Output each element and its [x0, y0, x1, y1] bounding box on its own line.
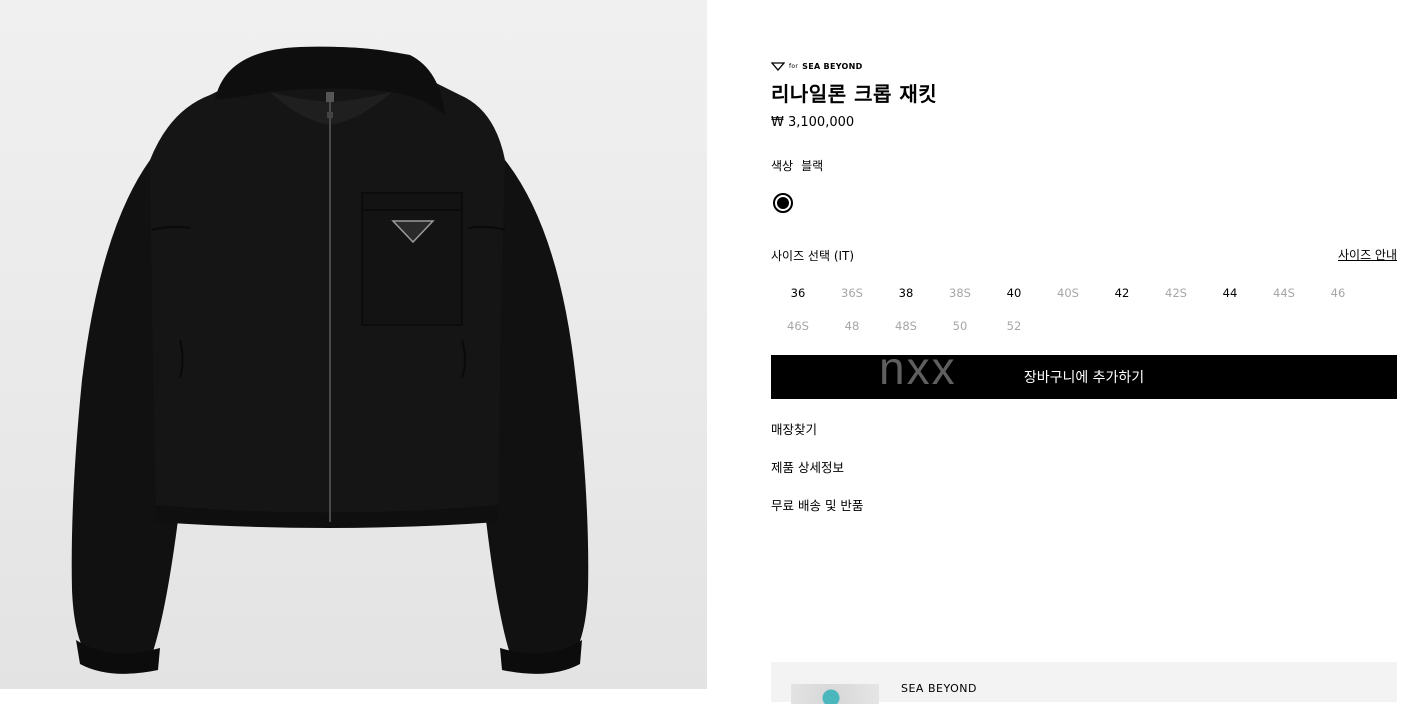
size-option-38s[interactable]: 38S — [933, 276, 987, 309]
size-option-36[interactable]: 36 — [771, 276, 825, 309]
size-option-42s[interactable]: 42S — [1149, 276, 1203, 309]
product-price: ₩ 3,100,000 — [771, 115, 855, 130]
size-option-36s[interactable]: 36S — [825, 276, 879, 309]
size-option-46[interactable]: 46 — [1311, 276, 1365, 309]
color-value: 블랙 — [801, 159, 824, 173]
size-option-42[interactable]: 42 — [1095, 276, 1149, 309]
size-option-44s[interactable]: 44S — [1257, 276, 1311, 309]
size-label: 사이즈 선택 (IT) — [771, 249, 855, 263]
color-swatch-black[interactable] — [773, 193, 793, 213]
add-to-cart-label: 장바구니에 추가하기 — [1023, 370, 1145, 386]
size-option-48s[interactable]: 48S — [879, 309, 933, 342]
promo-thumbnail — [791, 684, 879, 704]
size-options: 36 36S 38 38S 40 40S 42 42S 44 44S 46 46S 48 48S 50 52 — [771, 276, 1371, 342]
brand-name: SEA BEYOND — [802, 62, 863, 71]
swatch-dot — [777, 197, 789, 209]
sea-beyond-promo[interactable]: SEA BEYOND — [771, 662, 1397, 704]
color-row: 색상 블랙 — [771, 157, 823, 174]
size-option-46s[interactable]: 46S — [771, 309, 825, 342]
shipping-returns-link[interactable]: 무료 배송 및 반품 — [771, 495, 863, 514]
product-title: 리나일론 크롭 재킷 — [771, 82, 938, 106]
find-store-link[interactable]: 매장찾기 — [771, 419, 817, 438]
size-guide-link[interactable]: 사이즈 안내 — [1338, 246, 1397, 263]
size-option-50[interactable]: 50 — [933, 309, 987, 342]
jacket-illustration — [71, 46, 589, 674]
triangle-logo-icon — [771, 62, 785, 71]
size-option-40[interactable]: 40 — [987, 276, 1041, 309]
add-to-cart-button[interactable]: nxx 장바구니에 추가하기 — [771, 355, 1397, 399]
product-image[interactable] — [0, 0, 707, 689]
size-option-44[interactable]: 44 — [1203, 276, 1257, 309]
product-details-link[interactable]: 제품 상세정보 — [771, 457, 844, 476]
size-option-52[interactable]: 52 — [987, 309, 1041, 342]
brand-prefix: for — [789, 63, 799, 70]
product-info-panel: for SEA BEYOND 리나일론 크롭 재킷 ₩ 3,100,000 색상… — [771, 0, 1397, 704]
size-option-40s[interactable]: 40S — [1041, 276, 1095, 309]
brand-line: for SEA BEYOND — [771, 62, 863, 71]
size-option-48[interactable]: 48 — [825, 309, 879, 342]
color-label: 색상 — [771, 159, 794, 173]
overlay-watermark: nxx — [879, 355, 957, 394]
size-option-38[interactable]: 38 — [879, 276, 933, 309]
